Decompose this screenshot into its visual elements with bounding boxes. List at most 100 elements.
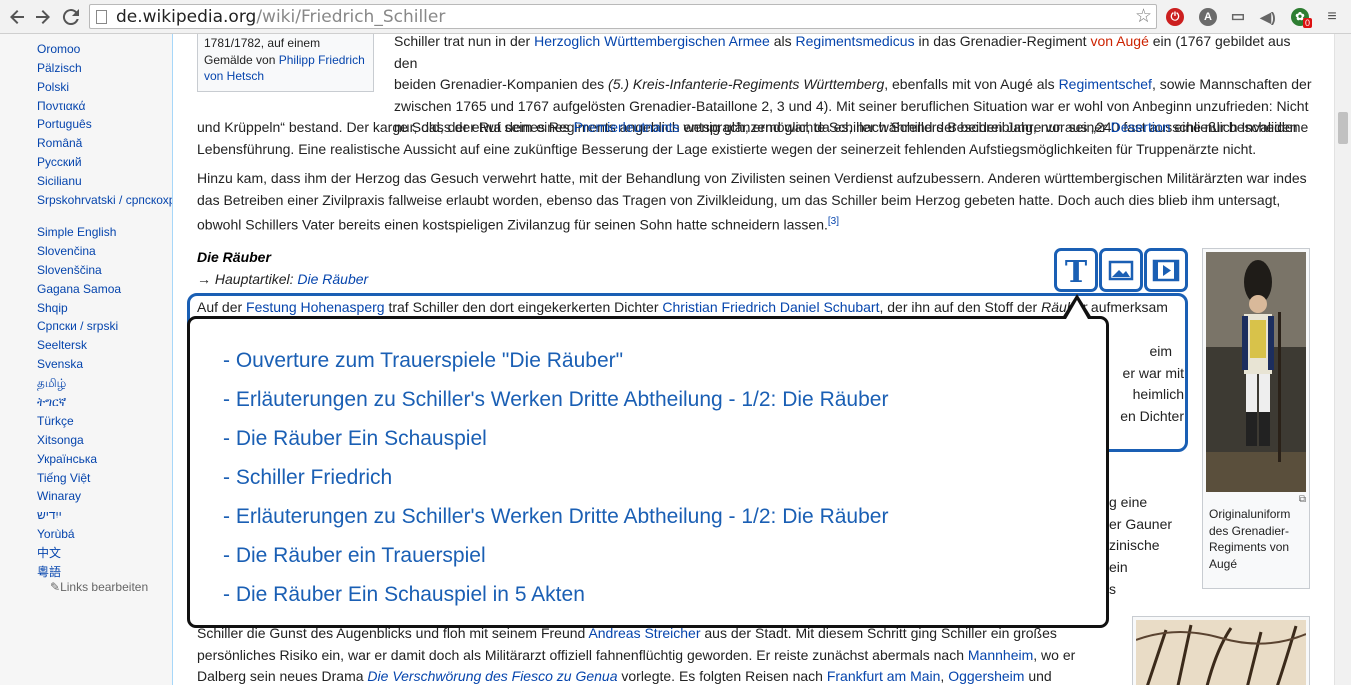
paragraph: und Krüppeln“ bestand. Der karge Sold, d… [197, 117, 1317, 160]
bookmark-star-icon[interactable]: ☆ [1135, 5, 1152, 28]
text: Schiller trat nun in der [394, 34, 535, 49]
language-link[interactable]: Tiếng Việt [37, 469, 172, 488]
text: , wo er [1033, 646, 1076, 663]
reload-button[interactable] [59, 5, 83, 29]
text: , sowie Mannschaften der [1151, 76, 1312, 92]
language-link[interactable]: Pälzisch [37, 59, 172, 78]
link[interactable]: Frankfurt am Main [827, 668, 941, 684]
text: das Betreiben einer Zivilpraxis fallweis… [197, 191, 1281, 208]
extension-badge: 0 [1303, 18, 1313, 28]
sketch-image[interactable] [1136, 620, 1306, 685]
portrait-thumbnail: 1781/1782, auf einem Gemälde von Philipp… [197, 34, 374, 92]
url-text: de.wikipedia.org/wiki/Friedrich_Schiller [116, 7, 445, 27]
redlink[interactable]: von Augé [1090, 34, 1148, 49]
language-link[interactable]: Српски / srpski [37, 317, 172, 336]
result-link[interactable]: - Die Räuber Ein Schauspiel in 5 Akten [223, 575, 888, 614]
language-link[interactable]: Ποντιακά [37, 97, 172, 116]
cast-icon[interactable]: ▭ [1229, 8, 1247, 26]
enlarge-icon[interactable]: ⧉ [1206, 492, 1306, 506]
image-mode-button[interactable] [1099, 248, 1143, 292]
reference-link[interactable]: [3] [828, 216, 839, 227]
link[interactable]: Oggersheim [948, 668, 1024, 684]
language-link[interactable]: Svenska [37, 355, 172, 374]
result-link[interactable]: - Erläuterungen zu Schiller's Werken Dri… [223, 497, 888, 536]
url-host: de.wikipedia.org [116, 7, 257, 27]
forward-button[interactable] [31, 5, 55, 29]
text: entsprach, ermöglichte Schiller während … [679, 119, 1111, 135]
language-link[interactable]: 中文 [37, 544, 172, 563]
text: zwischen 1765 und 1767 aufgelösten Grena… [394, 97, 1309, 114]
page-scrollbar[interactable] [1334, 34, 1351, 685]
result-link[interactable]: - Die Räuber Ein Schauspiel [223, 419, 888, 458]
result-link[interactable]: - Die Räuber ein Trauerspiel [223, 536, 888, 575]
language-link[interactable]: Slovenščina [37, 261, 172, 280]
main-article-note: → Hauptartikel: Die Räuber [197, 271, 368, 287]
thumb-caption-line: 1781/1782, auf einem [204, 36, 321, 50]
link[interactable]: Die Verschwörung des Fiesco zu Genua [367, 668, 617, 684]
language-link[interactable]: Polski [37, 78, 172, 97]
language-link[interactable]: Sicilianu [37, 172, 172, 191]
text: g eine [1109, 494, 1148, 510]
painter-link[interactable]: Philipp Friedrich [279, 53, 365, 67]
text-mode-button[interactable]: T [1054, 248, 1098, 292]
results-list: - Ouverture zum Trauerspiele "Die Räuber… [223, 341, 888, 614]
audio-icon[interactable]: ◀) [1259, 8, 1277, 26]
page-icon [96, 10, 107, 24]
language-link[interactable]: Winaray [37, 487, 172, 506]
language-link[interactable]: ትግርኛ [37, 393, 172, 412]
text: persönliches Risiko ein, war er damit do… [197, 646, 968, 663]
video-mode-button[interactable] [1144, 248, 1188, 292]
language-link[interactable]: Yorùbá [37, 525, 172, 544]
link[interactable]: Regimentsmedicus [796, 34, 915, 49]
language-link[interactable]: Srpskohrvatski / српскохрватски [37, 191, 172, 223]
adblock-icon[interactable]: ⏻ [1166, 8, 1184, 26]
link[interactable]: Regimentschef [1059, 76, 1152, 92]
language-link[interactable]: Русский [37, 153, 172, 172]
image-icon [1108, 260, 1134, 281]
menu-icon[interactable]: ≡ [1323, 8, 1341, 26]
result-link[interactable]: - Schiller Friedrich [223, 458, 888, 497]
language-link[interactable]: Gagana Samoa [37, 280, 172, 299]
video-icon [1152, 259, 1180, 282]
text: s [1109, 580, 1116, 597]
address-bar[interactable]: de.wikipedia.org/wiki/Friedrich_Schiller… [89, 4, 1157, 29]
language-link[interactable]: Oromoo [37, 40, 172, 59]
language-link[interactable]: Українська [37, 450, 172, 469]
link[interactable]: Mannheim [968, 647, 1033, 663]
thumb-caption-line: Gemälde von [204, 52, 279, 67]
reload-icon [62, 9, 79, 26]
scrollbar-thumb[interactable] [1338, 112, 1348, 144]
arrow-right-icon [36, 10, 50, 24]
link[interactable]: Herzoglich Württembergischen Armee [534, 34, 770, 49]
paragraph: Hinzu kam, dass ihm der Herzog das Gesuc… [197, 168, 1317, 236]
text: vorlegte. Es folgten Reisen nach [617, 668, 827, 684]
language-link[interactable]: Seeltersk [37, 336, 172, 355]
language-link[interactable]: Slovenčina [37, 242, 172, 261]
language-link[interactable]: Türkçe [37, 412, 172, 431]
uniform-image[interactable] [1206, 252, 1306, 492]
result-link[interactable]: - Ouverture zum Trauerspiele "Die Räuber… [223, 341, 888, 380]
language-link[interactable]: Português [37, 115, 172, 134]
language-link[interactable]: தமிழ் [37, 374, 172, 393]
paragraph: Schiller die Gunst des Augenblicks und f… [197, 623, 1117, 685]
text: eine nur bescheidene [1170, 119, 1309, 135]
link[interactable]: Desertion [1111, 119, 1171, 135]
painter-link-cont[interactable]: von Hetsch [204, 69, 264, 83]
text: beiden Grenadier-Kompanien des [394, 76, 609, 92]
ghostery-icon[interactable]: A [1199, 8, 1217, 26]
text: und [1024, 668, 1052, 684]
edit-links[interactable]: ✎Links bearbeiten [50, 580, 148, 594]
language-link[interactable]: Simple English [37, 223, 172, 242]
language-link[interactable]: Shqip [37, 299, 172, 318]
main-article-link[interactable]: Die Räuber [297, 271, 368, 287]
language-link[interactable]: Română [37, 134, 172, 153]
thumb-caption-line: Regiments von [1209, 540, 1290, 554]
text: und Krüppeln“ bestand. Der karge Sold, d… [197, 119, 574, 135]
language-link[interactable]: ייִדיש [37, 506, 172, 525]
back-button[interactable] [5, 5, 29, 29]
text: obwohl Schillers Vater bereits einen kos… [197, 216, 828, 233]
language-link[interactable]: Xitsonga [37, 431, 172, 450]
result-link[interactable]: - Erläuterungen zu Schiller's Werken Dri… [223, 380, 888, 419]
text: → Hauptartikel: [197, 271, 298, 287]
link[interactable]: Premierleutnants [574, 119, 680, 135]
